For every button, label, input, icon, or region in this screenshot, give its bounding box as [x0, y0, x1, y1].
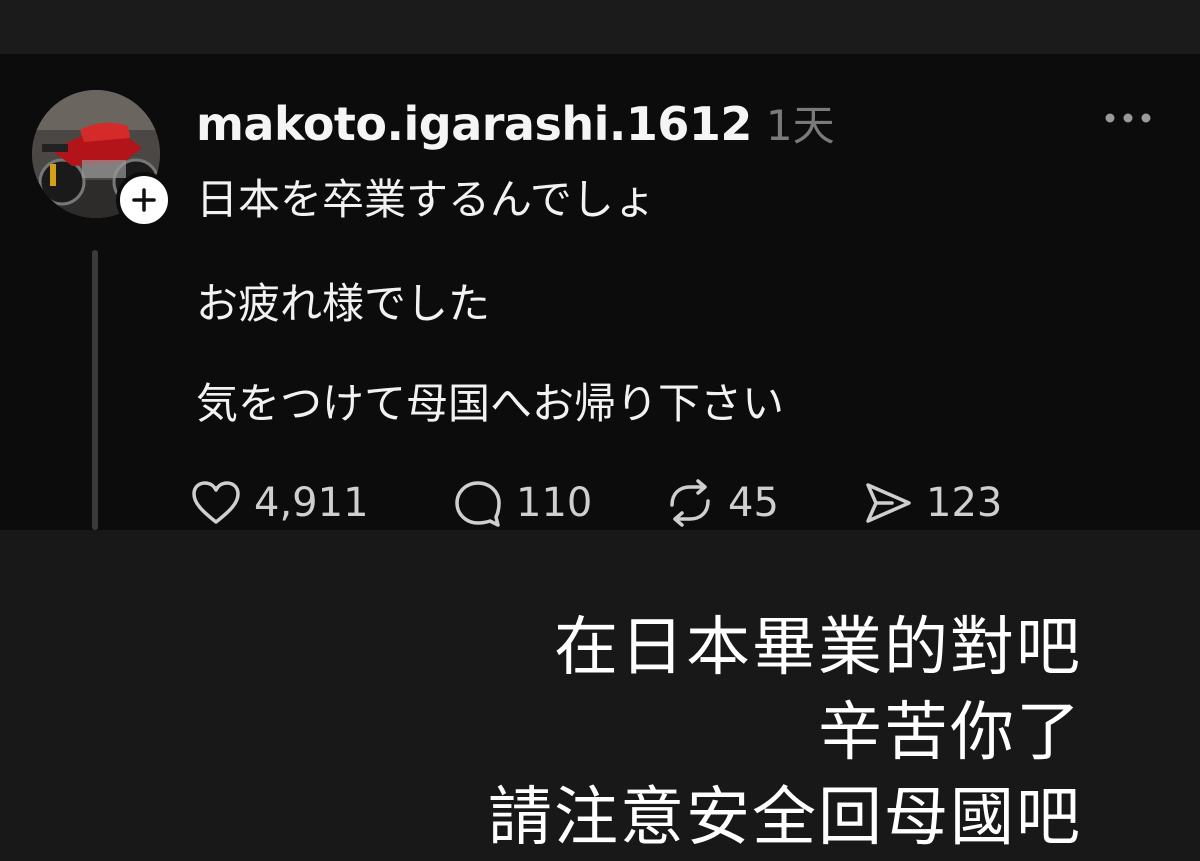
- reply-count: 110: [516, 480, 593, 526]
- avatar-container[interactable]: [32, 90, 172, 228]
- more-options-button[interactable]: [1100, 104, 1156, 132]
- screenshot: makoto.igarashi.1612 1天 日本を卒業するんでしょ お疲れ様…: [0, 0, 1200, 861]
- share-button[interactable]: 123: [862, 479, 1002, 527]
- username[interactable]: makoto.igarashi.1612: [196, 97, 752, 151]
- repost-count: 45: [728, 480, 779, 526]
- caption-line-2: 辛苦你了: [818, 696, 1082, 770]
- thread-post: makoto.igarashi.1612 1天 日本を卒業するんでしょ お疲れ様…: [0, 54, 1200, 530]
- reply-button[interactable]: 110: [452, 479, 664, 527]
- thread-line: [92, 250, 98, 530]
- post-text-line-2: お疲れ様でした: [196, 279, 491, 328]
- post-text-line-1: 日本を卒業するんでしょ: [196, 175, 656, 224]
- repost-icon: [670, 479, 710, 527]
- follow-button[interactable]: [116, 172, 172, 228]
- plus-icon: [132, 188, 156, 212]
- like-count: 4,911: [254, 480, 369, 526]
- send-icon: [866, 483, 911, 523]
- repost-button[interactable]: 45: [664, 479, 862, 527]
- post-text-line-3: 気をつけて母国へお帰り下さい: [196, 379, 785, 428]
- comment-icon: [455, 481, 501, 527]
- top-bar: [0, 0, 1200, 54]
- like-button[interactable]: 4,911: [190, 479, 452, 527]
- caption-line-3: 請注意安全回母國吧: [488, 781, 1082, 855]
- post-header: makoto.igarashi.1612 1天: [196, 92, 835, 151]
- heart-icon: [192, 481, 240, 524]
- post-time: 1天: [765, 101, 835, 150]
- post-actions: 4,911 110 45 123: [190, 474, 1002, 532]
- more-dots-icon: [1105, 113, 1151, 123]
- caption-line-1: 在日本畢業的對吧: [554, 611, 1082, 685]
- share-count: 123: [926, 480, 1003, 526]
